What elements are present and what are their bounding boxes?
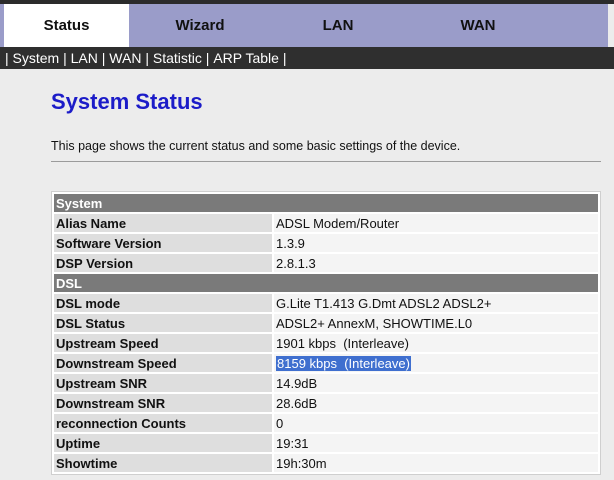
section-header-row: System — [54, 194, 598, 212]
row-label: DSP Version — [54, 254, 272, 272]
row-label: Upstream SNR — [54, 374, 272, 392]
row-label: reconnection Counts — [54, 414, 272, 432]
tab-lan[interactable]: LAN — [278, 4, 398, 47]
table-row: DSP Version 2.8.1.3 — [54, 254, 598, 272]
row-value: 0 — [274, 414, 598, 432]
row-value: G.Lite T1.413 G.Dmt ADSL2 ADSL2+ — [274, 294, 598, 312]
section-heading-dsl: DSL — [54, 274, 598, 292]
row-value: 28.6dB — [274, 394, 598, 412]
subnav-lan[interactable]: LAN — [71, 50, 98, 66]
row-label: Downstream SNR — [54, 394, 272, 412]
row-label: Software Version — [54, 234, 272, 252]
table-row: Upstream SNR 14.9dB — [54, 374, 598, 392]
row-value: 2.8.1.3 — [274, 254, 598, 272]
subnav-statistic[interactable]: Statistic — [153, 50, 202, 66]
status-table: System Alias Name ADSL Modem/Router Soft… — [51, 191, 601, 475]
tab-bar-edge — [608, 4, 614, 47]
row-value: 14.9dB — [274, 374, 598, 392]
page-description: This page shows the current status and s… — [51, 139, 461, 153]
row-value: ADSL Modem/Router — [274, 214, 598, 232]
table-row: Alias Name ADSL Modem/Router — [54, 214, 598, 232]
row-label: Uptime — [54, 434, 272, 452]
subnav-arp-table[interactable]: ARP Table — [213, 50, 279, 66]
table-row: DSL mode G.Lite T1.413 G.Dmt ADSL2 ADSL2… — [54, 294, 598, 312]
row-value-selected: 8159 kbps (Interleave) — [274, 354, 598, 372]
table-row: reconnection Counts 0 — [54, 414, 598, 432]
row-label: Upstream Speed — [54, 334, 272, 352]
main-tab-bar: Status Wizard LAN WAN — [0, 0, 614, 47]
table-row: DSL Status ADSL2+ AnnexM, SHOWTIME.L0 — [54, 314, 598, 332]
row-label: Showtime — [54, 454, 272, 472]
table-row: Software Version 1.3.9 — [54, 234, 598, 252]
table-row: Uptime 19:31 — [54, 434, 598, 452]
table-row: Upstream Speed 1901 kbps (Interleave) — [54, 334, 598, 352]
divider — [51, 161, 601, 162]
table-row: Downstream Speed 8159 kbps (Interleave) — [54, 354, 598, 372]
tab-wan[interactable]: WAN — [418, 4, 538, 47]
page-title: System Status — [51, 89, 203, 114]
row-value: 19h:30m — [274, 454, 598, 472]
row-label: Alias Name — [54, 214, 272, 232]
sub-navigation: | System | LAN | WAN | Statistic | ARP T… — [0, 47, 614, 69]
row-label: Downstream Speed — [54, 354, 272, 372]
row-label: DSL Status — [54, 314, 272, 332]
row-value: 1.3.9 — [274, 234, 598, 252]
table-row: Downstream SNR 28.6dB — [54, 394, 598, 412]
section-heading-system: System — [54, 194, 598, 212]
row-value: 19:31 — [274, 434, 598, 452]
subnav-wan[interactable]: WAN — [109, 50, 141, 66]
row-value: 1901 kbps (Interleave) — [274, 334, 598, 352]
tab-status[interactable]: Status — [4, 4, 129, 47]
row-label: DSL mode — [54, 294, 272, 312]
table-row: Showtime 19h:30m — [54, 454, 598, 472]
selected-text[interactable]: 8159 kbps (Interleave) — [276, 355, 411, 371]
subnav-system[interactable]: System — [13, 50, 60, 66]
row-value: ADSL2+ AnnexM, SHOWTIME.L0 — [274, 314, 598, 332]
section-header-row: DSL — [54, 274, 598, 292]
tab-wizard[interactable]: Wizard — [140, 4, 260, 47]
